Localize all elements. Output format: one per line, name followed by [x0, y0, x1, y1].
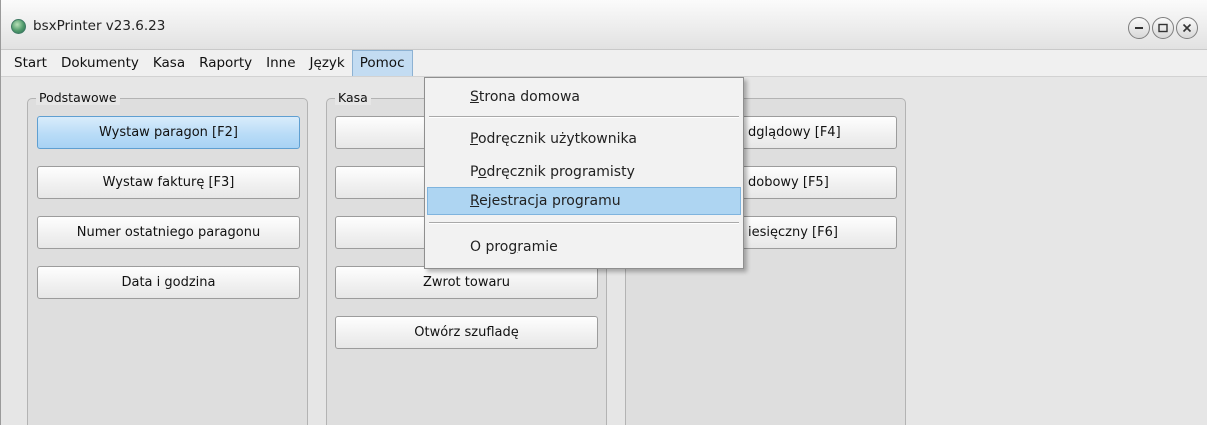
menu-separator [429, 222, 739, 224]
menu-start[interactable]: Start [7, 50, 54, 76]
minimize-icon [1135, 27, 1143, 29]
window-controls [1128, 17, 1198, 39]
close-button[interactable] [1176, 17, 1198, 39]
group-podstawowe: Podstawowe Wystaw paragon [F2] Wystaw fa… [27, 90, 308, 425]
maximize-icon [1158, 23, 1168, 33]
menu-dokumenty[interactable]: Dokumenty [54, 50, 146, 76]
menu-separator [429, 116, 739, 118]
minimize-button[interactable] [1128, 17, 1150, 39]
menu-item-rejestracja-programu[interactable]: Rejestracja programu [427, 187, 741, 215]
zwrot-towaru-button[interactable]: Zwrot towaru [335, 266, 598, 299]
menu-item-o-programie[interactable]: O programie [427, 233, 741, 261]
menu-inne[interactable]: Inne [259, 50, 302, 76]
menu-item-strona-domowa[interactable]: Strona domowa [427, 83, 741, 111]
wystaw-paragon-button[interactable]: Wystaw paragon [F2] [37, 116, 300, 149]
menu-item-podrecznik-uzytkownika[interactable]: Podręcznik użytkownika [427, 125, 741, 153]
group-label-podstawowe: Podstawowe [36, 90, 120, 105]
app-window: bsxPrinter v23.6.23 Start Dokumenty Kasa… [0, 0, 1207, 425]
title-bar[interactable]: bsxPrinter v23.6.23 [1, 0, 1207, 50]
menu-jezyk[interactable]: Język [303, 50, 352, 76]
menu-pomoc[interactable]: Pomoc [351, 50, 413, 76]
app-logo-icon [11, 19, 26, 34]
pomoc-dropdown-menu: Strona domowa Podręcznik użytkownika Pod… [424, 77, 744, 269]
menu-item-podrecznik-programisty[interactable]: Podręcznik programisty [427, 158, 741, 186]
maximize-button[interactable] [1152, 17, 1174, 39]
menu-kasa[interactable]: Kasa [146, 50, 192, 76]
data-i-godzina-button[interactable]: Data i godzina [37, 266, 300, 299]
close-icon [1182, 23, 1192, 33]
menu-bar: Start Dokumenty Kasa Raporty Inne Język … [1, 50, 1207, 77]
otworz-szuflade-button[interactable]: Otwórz szufladę [335, 316, 598, 349]
numer-ostatniego-paragonu-button[interactable]: Numer ostatniego paragonu [37, 216, 300, 249]
group-label-kasa: Kasa [335, 90, 371, 105]
menu-raporty[interactable]: Raporty [192, 50, 259, 76]
wystaw-fakture-button[interactable]: Wystaw fakturę [F3] [37, 166, 300, 199]
window-title: bsxPrinter v23.6.23 [33, 18, 166, 34]
